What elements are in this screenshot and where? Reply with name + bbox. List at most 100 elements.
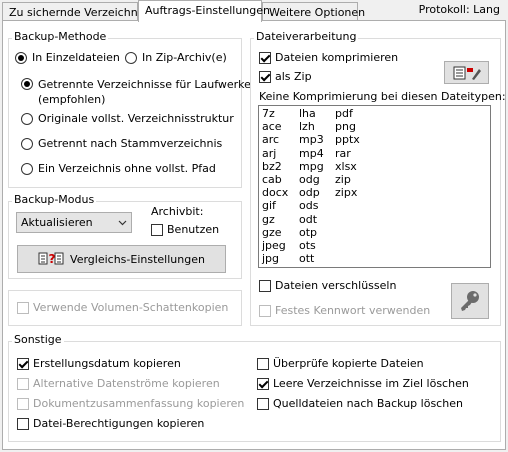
radio-indicator xyxy=(15,52,27,64)
checkbox-box xyxy=(259,280,271,292)
checkbox-box xyxy=(151,224,163,236)
checkbox-box xyxy=(17,358,29,370)
alt-streams-checkbox[interactable]: Alternative Datenströme kopieren xyxy=(17,377,220,390)
by-root-dir-radio[interactable]: Getrennt nach Stammverzeichnis xyxy=(21,137,222,150)
compare-settings-button[interactable]: ? Vergleichs-Einstellungen xyxy=(17,245,226,273)
file-type-item[interactable]: odp xyxy=(299,186,324,199)
file-type-item[interactable]: lzh xyxy=(299,120,324,133)
tab-label: Auftrags-Einstellungen xyxy=(145,4,271,17)
radio-indicator xyxy=(21,138,33,150)
backup-mode-title: Backup-Modus xyxy=(12,193,97,206)
file-type-item[interactable]: png xyxy=(335,120,360,133)
file-type-item[interactable]: ods xyxy=(299,199,324,212)
full-structure-label: Originale vollst. Verzeichnisstruktur xyxy=(38,112,234,125)
file-type-item[interactable]: jpeg xyxy=(262,239,288,252)
file-type-item[interactable]: ace xyxy=(262,120,288,133)
single-files-radio[interactable]: In Einzeldateien xyxy=(15,51,120,64)
file-permissions-checkbox[interactable]: Datei-Berechtigungen kopieren xyxy=(17,417,204,430)
compare-settings-icon: ? xyxy=(38,251,64,267)
file-type-item[interactable]: mp4 xyxy=(299,147,324,160)
excluded-types-list[interactable]: 7z ace arc arj bz2 cab docx gif gz gze jpeg jpg lha… xyxy=(258,105,491,268)
tab-source-directories[interactable]: Zu sichernde Verzeichnisse xyxy=(2,2,159,20)
checkbox-box xyxy=(259,52,271,64)
file-type-item[interactable]: gif xyxy=(262,199,288,212)
separate-drives-label: Getrennte Verzeichnisse für Laufwerke xyxy=(38,78,251,91)
file-type-item[interactable]: gze xyxy=(262,226,288,239)
doc-summary-checkbox[interactable]: Dokumentzusammenfassung kopieren xyxy=(17,397,244,410)
edit-list-icon xyxy=(452,65,482,81)
checkbox-box xyxy=(257,378,269,390)
full-structure-radio[interactable]: Originale vollst. Verzeichnisstruktur xyxy=(21,112,234,125)
file-type-item[interactable]: zip xyxy=(335,173,360,186)
file-type-item[interactable]: mpg xyxy=(299,160,324,173)
radio-indicator xyxy=(21,113,33,125)
delete-empty-dirs-label: Leere Verzeichnisse im Ziel löschen xyxy=(273,377,469,390)
tab-job-settings[interactable]: Auftrags-Einstellungen xyxy=(138,0,270,22)
tab-label: Weitere Optionen xyxy=(269,6,366,19)
file-type-item[interactable]: pdf xyxy=(335,107,360,120)
file-type-item[interactable]: rar xyxy=(335,147,360,160)
edit-file-types-button[interactable] xyxy=(444,61,489,84)
file-permissions-label: Datei-Berechtigungen kopieren xyxy=(33,417,205,430)
key-icon xyxy=(458,289,482,313)
fixed-password-checkbox[interactable]: Festes Kennwort verwenden xyxy=(259,304,430,317)
single-files-label: In Einzeldateien xyxy=(32,51,120,64)
misc-title: Sonstige xyxy=(12,333,64,346)
compress-files-checkbox[interactable]: Dateien komprimieren xyxy=(259,51,398,64)
file-type-item[interactable]: gz xyxy=(262,213,288,226)
use-archivbit-label: Benutzen xyxy=(167,223,220,236)
chevron-down-icon xyxy=(118,216,127,229)
separate-drives-radio[interactable]: Getrennte Verzeichnisse für Laufwerke (e… xyxy=(21,77,251,107)
encrypt-files-checkbox[interactable]: Dateien verschlüsseln xyxy=(259,279,396,292)
tab-more-options[interactable]: Weitere Optionen xyxy=(262,2,365,20)
file-type-item[interactable]: jpg xyxy=(262,252,288,265)
file-type-item[interactable]: mp3 xyxy=(299,133,324,146)
file-types-column-1: 7z ace arc arj bz2 cab docx gif gz gze jpeg jpg xyxy=(262,107,288,265)
file-type-item[interactable]: xlsx xyxy=(335,160,360,173)
no-path-radio[interactable]: Ein Verzeichnis ohne vollst. Pfad xyxy=(21,162,216,175)
file-type-item[interactable]: odt xyxy=(299,213,324,226)
file-type-item[interactable]: odg xyxy=(299,173,324,186)
alt-streams-label: Alternative Datenströme kopieren xyxy=(33,377,220,390)
delete-empty-dirs-checkbox[interactable]: Leere Verzeichnisse im Ziel löschen xyxy=(257,377,469,390)
encrypt-files-label: Dateien verschlüsseln xyxy=(275,279,397,292)
checkbox-box xyxy=(257,398,269,410)
checkbox-box xyxy=(17,418,29,430)
radio-indicator xyxy=(21,78,33,90)
checkbox-box xyxy=(259,71,271,83)
compress-files-label: Dateien komprimieren xyxy=(275,51,399,64)
file-type-item[interactable]: arj xyxy=(262,147,288,160)
file-type-item[interactable]: ott xyxy=(299,252,324,265)
backup-mode-select[interactable]: Aktualisieren xyxy=(16,212,132,233)
checkbox-box xyxy=(17,378,29,390)
file-type-item[interactable]: otp xyxy=(299,226,324,239)
file-type-item[interactable]: 7z xyxy=(262,107,288,120)
no-compress-label: Keine Komprimierung bei diesen Dateitype… xyxy=(259,90,506,103)
file-type-item[interactable]: ots xyxy=(299,239,324,252)
file-type-item[interactable]: lha xyxy=(299,107,324,120)
creation-date-checkbox[interactable]: Erstellungsdatum kopieren xyxy=(17,357,181,370)
file-types-column-2: lha lzh mp3 mp4 mpg odg odp ods odt otp ots ott xyxy=(299,107,324,265)
zip-archive-radio[interactable]: In Zip-Archiv(e) xyxy=(125,51,227,64)
delete-source-checkbox[interactable]: Quelldateien nach Backup löschen xyxy=(257,397,463,410)
as-zip-checkbox[interactable]: als Zip xyxy=(259,70,312,83)
archivbit-label: Archivbit: xyxy=(151,205,204,218)
verify-copied-label: Überprüfe kopierte Dateien xyxy=(273,357,424,370)
verify-copied-checkbox[interactable]: Überprüfe kopierte Dateien xyxy=(257,357,424,370)
doc-summary-label: Dokumentzusammenfassung kopieren xyxy=(33,397,245,410)
checkbox-box xyxy=(17,302,29,314)
file-type-item[interactable]: arc xyxy=(262,133,288,146)
shadow-copy-checkbox[interactable]: Verwende Volumen-Schattenkopien xyxy=(17,301,228,314)
key-button[interactable] xyxy=(451,283,489,319)
file-type-item[interactable]: pptx xyxy=(335,133,360,146)
use-archivbit-checkbox[interactable]: Benutzen xyxy=(151,223,219,236)
creation-date-label: Erstellungsdatum kopieren xyxy=(33,357,181,370)
file-processing-title: Dateiverarbeitung xyxy=(254,30,359,43)
file-type-item[interactable]: docx xyxy=(262,186,288,199)
tab-label: Zu sichernde Verzeichnisse xyxy=(9,6,159,19)
file-type-item[interactable]: zipx xyxy=(335,186,360,199)
file-type-item[interactable]: cab xyxy=(262,173,288,186)
file-type-item[interactable]: bz2 xyxy=(262,160,288,173)
protocol-label: Protokoll: Lang xyxy=(418,3,500,16)
backup-method-title: Backup-Methode xyxy=(12,30,109,43)
